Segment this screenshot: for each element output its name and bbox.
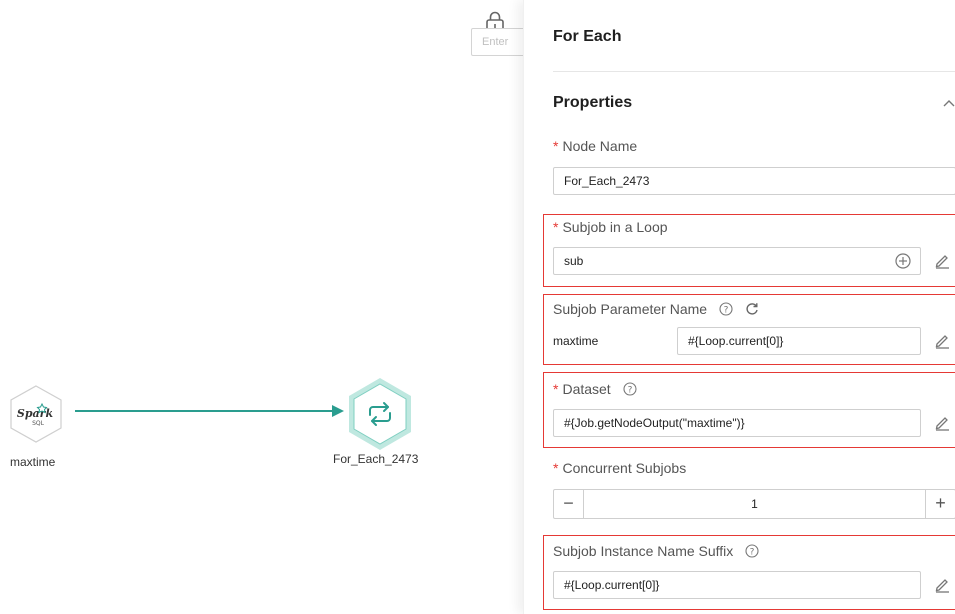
- add-circle-icon[interactable]: [894, 252, 912, 270]
- concurrent-label: * Concurrent Subjobs: [553, 460, 687, 476]
- workflow-canvas[interactable]: Enter Spark SQL maxtime For_Each_2473: [0, 0, 531, 614]
- edit-icon[interactable]: [933, 251, 951, 269]
- edit-icon[interactable]: [933, 413, 951, 431]
- divider: [553, 71, 955, 72]
- node-name-label: * Node Name: [553, 138, 638, 154]
- instance-suffix-input[interactable]: #{Loop.current[0]}: [553, 571, 921, 599]
- connection-edge: [75, 405, 344, 417]
- decrement-button[interactable]: −: [554, 490, 584, 518]
- required-marker: *: [553, 381, 559, 397]
- subjob-param-label: Subjob Parameter Name ?: [553, 301, 759, 317]
- param-name-value: maxtime: [553, 334, 599, 348]
- edit-icon[interactable]: [933, 331, 951, 349]
- help-icon[interactable]: ?: [719, 302, 733, 316]
- node-label-for-each: For_Each_2473: [333, 452, 419, 466]
- instance-suffix-label: Subjob Instance Name Suffix ?: [553, 543, 759, 559]
- required-marker: *: [553, 460, 559, 476]
- subjob-loop-label: * Subjob in a Loop: [553, 219, 668, 235]
- edit-icon[interactable]: [933, 575, 951, 593]
- node-label-maxtime: maxtime: [10, 455, 56, 469]
- panel-title: For Each: [553, 28, 622, 45]
- help-icon[interactable]: ?: [623, 382, 637, 396]
- svg-text:SQL: SQL: [32, 420, 45, 427]
- properties-panel: For Each Properties * Node Name For_Each_…: [523, 0, 955, 614]
- required-marker: *: [553, 219, 559, 235]
- for-each-node[interactable]: [346, 377, 414, 451]
- refresh-icon[interactable]: [745, 302, 759, 316]
- dataset-label: * Dataset ?: [553, 381, 637, 397]
- concurrent-value[interactable]: 1: [584, 490, 925, 518]
- section-title: Properties: [553, 94, 633, 111]
- svg-text:Spark: Spark: [17, 407, 54, 420]
- svg-text:?: ?: [627, 386, 632, 396]
- help-icon[interactable]: ?: [745, 544, 759, 558]
- svg-text:?: ?: [724, 306, 729, 316]
- spark-sql-node[interactable]: Spark SQL: [8, 384, 64, 444]
- concurrent-stepper[interactable]: − 1 +: [553, 489, 955, 519]
- subjob-loop-select[interactable]: sub: [553, 247, 921, 275]
- dataset-input[interactable]: #{Job.getNodeOutput("maxtime")}: [553, 409, 921, 437]
- node-name-input[interactable]: For_Each_2473: [553, 167, 955, 195]
- chevron-up-icon[interactable]: [942, 96, 955, 110]
- svg-text:?: ?: [750, 548, 755, 558]
- subjob-param-value-input[interactable]: #{Loop.current[0]}: [677, 327, 921, 355]
- required-marker: *: [553, 138, 559, 154]
- increment-button[interactable]: +: [925, 490, 955, 518]
